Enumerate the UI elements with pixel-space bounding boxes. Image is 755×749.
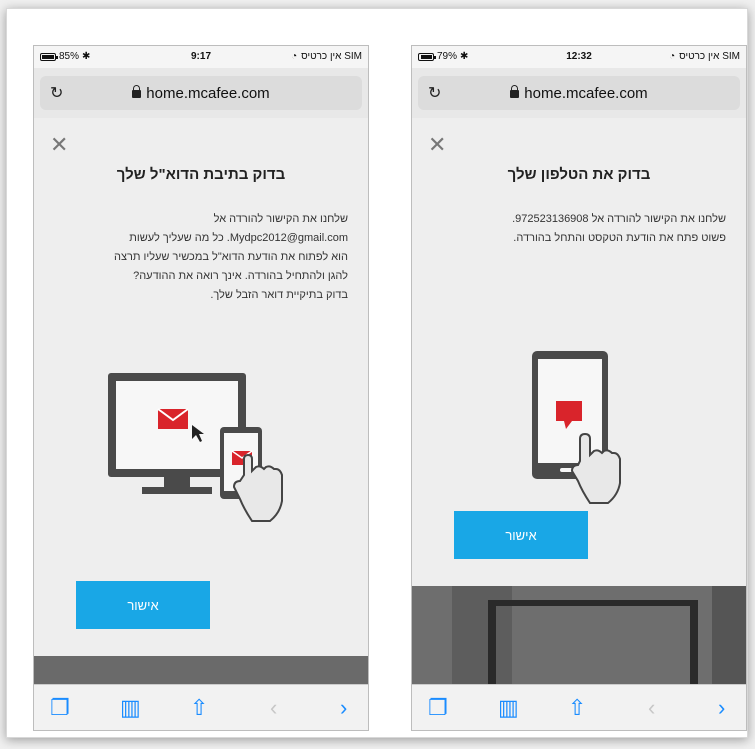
url-display: home.mcafee.com: [40, 85, 362, 102]
confirm-button[interactable]: אישור: [76, 581, 210, 629]
status-bar: 85% ✱ 9:17 ◔ אין כרטיס SIM: [34, 46, 368, 68]
url-display: home.mcafee.com: [418, 85, 740, 102]
back-icon[interactable]: ‹: [270, 697, 277, 719]
confirm-button[interactable]: אישור: [454, 511, 588, 559]
lock-icon: [510, 85, 520, 98]
carrier-label: אין כרטיס SIM: [679, 51, 740, 62]
dialog-message: שלחנו את הקישור להורדה אל Mydpc2012@gmai…: [113, 213, 348, 301]
table-silhouette: [412, 586, 746, 684]
forward-icon[interactable]: ›: [718, 697, 725, 719]
close-icon[interactable]: ✕: [50, 134, 68, 156]
phone-sms-screen: 79% ✱ 12:32 ◔ אין כרטיס SIM ↻ home.mcafe…: [411, 45, 747, 731]
close-icon[interactable]: ✕: [428, 134, 446, 156]
screenshot-frame: 85% ✱ 9:17 ◔ אין כרטיס SIM ↻ home.mcafee…: [6, 8, 748, 738]
email-download-illustration: [108, 373, 283, 522]
wifi-icon: ◔: [669, 51, 676, 62]
carrier-indicator: ◔ אין כרטיס SIM: [291, 51, 362, 62]
phone-sms-illustration: [532, 351, 621, 504]
wifi-icon: ◔: [291, 51, 298, 62]
back-icon[interactable]: ‹: [648, 697, 655, 719]
carrier-indicator: ◔ אין כרטיס SIM: [669, 51, 740, 62]
share-icon[interactable]: ⇧: [190, 697, 208, 719]
phone-email-screen: 85% ✱ 9:17 ◔ אין כרטיס SIM ↻ home.mcafee…: [33, 45, 369, 731]
dialog-title: בדוק את הטלפון שלך: [507, 166, 651, 183]
bookmarks-icon[interactable]: ▥: [498, 697, 519, 719]
browser-toolbar: ❐ ▥ ⇧ ‹ ›: [34, 684, 368, 730]
forward-icon[interactable]: ›: [340, 697, 347, 719]
status-bar: 79% ✱ 12:32 ◔ אין כרטיס SIM: [412, 46, 746, 68]
background-photo-strip: [412, 586, 746, 684]
url-text: home.mcafee.com: [146, 85, 270, 102]
bookmarks-icon[interactable]: ▥: [120, 697, 141, 719]
carrier-label: אין כרטיס SIM: [301, 51, 362, 62]
browser-toolbar: ❐ ▥ ⇧ ‹ ›: [412, 684, 746, 730]
background-photo-strip: [34, 656, 368, 684]
mail-icon: [157, 408, 189, 429]
dialog-message: שלחנו את הקישור להורדה אל 972523136908. …: [512, 213, 726, 244]
dialog-content: ✕ בדוק בתיבת הדוא"ל שלך שלחנו את הקישור …: [34, 118, 368, 656]
address-bar[interactable]: ↻ home.mcafee.com: [40, 76, 362, 110]
dialog-content: ✕ בדוק את הטלפון שלך שלחנו את הקישור להו…: [412, 118, 746, 586]
lock-icon: [132, 85, 142, 98]
address-bar[interactable]: ↻ home.mcafee.com: [418, 76, 740, 110]
tabs-icon[interactable]: ❐: [428, 697, 448, 719]
dialog-title: בדוק בתיבת הדוא"ל שלך: [116, 166, 286, 183]
share-icon[interactable]: ⇧: [568, 697, 586, 719]
tabs-icon[interactable]: ❐: [50, 697, 70, 719]
url-text: home.mcafee.com: [524, 85, 648, 102]
